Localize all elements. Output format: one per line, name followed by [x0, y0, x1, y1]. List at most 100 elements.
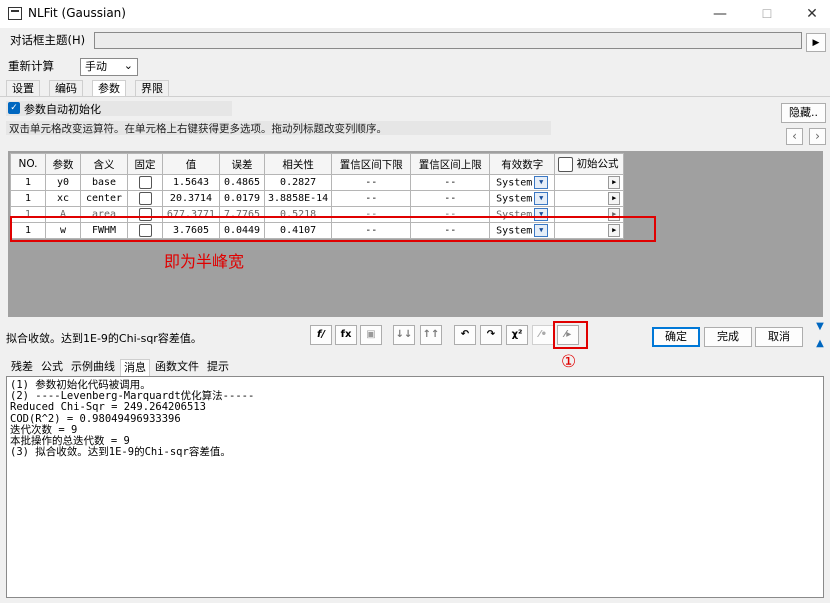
done-button[interactable]: 完成	[704, 327, 752, 347]
ok-button[interactable]: 确定	[652, 327, 700, 347]
table-header-row: NO. 参数 含义 固定 值 误差 相关性 置信区间下限 置信区间上限 有效数字…	[10, 153, 625, 175]
recalc-select[interactable]: 手动 ⌄	[80, 58, 138, 76]
col-header-meaning[interactable]: 含义	[80, 153, 128, 175]
cell-init-formula[interactable]: ▶	[554, 174, 625, 191]
app-icon	[8, 7, 22, 20]
table-row: 1 y0 base 1.5643 0.4865 0.2827 -- -- Sys…	[10, 174, 625, 191]
close-button[interactable]: ✕	[797, 4, 827, 24]
cell-value[interactable]: 1.5643	[162, 174, 220, 191]
sort-up-icon[interactable]: ↑↑	[420, 325, 442, 345]
fwhm-highlight-box	[10, 216, 656, 242]
cell-error[interactable]: 0.0179	[219, 190, 265, 207]
cell-ucl[interactable]: --	[410, 190, 491, 207]
next-button[interactable]: ›	[809, 128, 826, 145]
undo-icon[interactable]: ↶	[454, 325, 476, 345]
sig-digits-value: System	[496, 193, 533, 205]
save-icon[interactable]: ▣	[360, 325, 382, 345]
log-line: 迭代次数 = 9	[10, 423, 78, 436]
col-header-value[interactable]: 值	[162, 153, 220, 175]
formula-icon[interactable]: fx	[335, 325, 357, 345]
maximize-button[interactable]: ☐	[752, 4, 782, 24]
cancel-button[interactable]: 取消	[755, 327, 803, 347]
cell-lcl[interactable]: --	[331, 174, 412, 191]
col-header-fixed[interactable]: 固定	[127, 153, 163, 175]
col-header-no[interactable]: NO.	[10, 153, 46, 175]
cell-param[interactable]: xc	[45, 190, 81, 207]
play-icon[interactable]: ▶	[608, 176, 621, 189]
cell-ucl[interactable]: --	[410, 174, 491, 191]
tab-code[interactable]: 编码	[49, 80, 83, 97]
log-line: (3) 拟合收敛。达到1E-9的Chi-sqr容差值。	[10, 446, 231, 459]
col-header-sig-digits[interactable]: 有效数字	[489, 153, 556, 175]
auto-init-checkbox[interactable]: ✓	[8, 102, 20, 114]
minimize-button[interactable]: —	[705, 4, 735, 24]
col-header-param[interactable]: 参数	[45, 153, 81, 175]
chevron-down-icon: ⌄	[123, 59, 133, 72]
cell-fixed[interactable]	[127, 190, 163, 207]
fixed-checkbox[interactable]	[138, 176, 152, 189]
chi-square-icon[interactable]: χ²	[506, 325, 528, 345]
auto-init-label: 参数自动初始化	[24, 103, 101, 116]
tab-divider	[0, 96, 830, 97]
log-line: Reduced Chi-Sqr = 249.264206513	[10, 401, 206, 414]
play-icon[interactable]: ▶	[608, 192, 621, 205]
cell-fixed[interactable]	[127, 174, 163, 191]
hint-text: 双击单元格改变运算符。在单元格上右键获得更多选项。拖动列标题改变列顺序。	[9, 123, 387, 135]
cell-meaning[interactable]: base	[80, 174, 128, 191]
col-header-ucl[interactable]: 置信区间上限	[410, 153, 491, 175]
redo-icon[interactable]: ↷	[480, 325, 502, 345]
init-formula-label: 初始公式	[576, 158, 619, 171]
cell-init-formula[interactable]: ▶	[554, 190, 625, 207]
cell-error[interactable]: 0.4865	[219, 174, 265, 191]
sort-down-icon[interactable]: ↓↓	[393, 325, 415, 345]
message-log[interactable]: (1) 参数初始化代码被调用。 (2) ----Levenberg-Marquar…	[6, 376, 824, 598]
cell-correlation[interactable]: 3.8858E-14	[263, 190, 333, 207]
tab-settings[interactable]: 设置	[6, 80, 40, 97]
fit-button-highlight-box	[553, 321, 588, 349]
fwhm-annotation-text: 即为半峰宽	[164, 252, 245, 271]
cell-correlation[interactable]: 0.2827	[263, 174, 333, 191]
one-iteration-icon[interactable]: ⁄•	[532, 325, 554, 345]
sig-digits-value: System	[496, 177, 533, 189]
col-header-init-formula[interactable]: 初始公式	[554, 153, 625, 175]
function-editor-icon[interactable]: f/	[310, 325, 332, 345]
tab-residuals[interactable]: 残差	[8, 359, 36, 375]
tab-sample-curve[interactable]: 示例曲线	[68, 359, 118, 375]
cell-no[interactable]: 1	[10, 174, 46, 191]
expand-down-icon[interactable]: ▲	[813, 339, 827, 349]
dialog-theme-field[interactable]	[94, 32, 802, 49]
cell-no[interactable]: 1	[10, 190, 46, 207]
col-header-correlation[interactable]: 相关性	[263, 153, 333, 175]
cell-value[interactable]: 20.3714	[162, 190, 220, 207]
chevron-down-icon[interactable]: ▼	[534, 192, 549, 205]
title-bar: NLFit (Gaussian) — ☐ ✕	[0, 0, 830, 28]
fixed-checkbox[interactable]	[138, 192, 152, 205]
tab-formula[interactable]: 公式	[38, 359, 66, 375]
prev-button[interactable]: ‹	[786, 128, 803, 145]
dialog-theme-play-button[interactable]: ▶	[806, 33, 826, 52]
hide-button[interactable]: 隐藏..	[781, 103, 826, 123]
recalc-select-value: 手动	[85, 60, 107, 73]
tab-bounds[interactable]: 界限	[135, 80, 169, 97]
recalc-label: 重新计算	[8, 59, 54, 73]
cell-sig-digits[interactable]: System ▼	[489, 190, 556, 207]
col-header-error[interactable]: 误差	[219, 153, 265, 175]
table-row: 1 xc center 20.3714 0.0179 3.8858E-14 --…	[10, 190, 625, 207]
log-line: COD(R^2) = 0.98049496933396	[10, 412, 181, 425]
annotation-marker: ①	[561, 352, 577, 372]
tab-parameters[interactable]: 参数	[92, 80, 126, 97]
dialog-theme-label: 对话框主题(H)	[10, 33, 86, 47]
window-title: NLFit (Gaussian)	[28, 6, 126, 20]
cell-meaning[interactable]: center	[80, 190, 128, 207]
collapse-up-icon[interactable]: ▼	[813, 322, 827, 332]
cell-sig-digits[interactable]: System ▼	[489, 174, 556, 191]
tab-hints[interactable]: 提示	[204, 359, 232, 375]
tab-messages[interactable]: 消息	[120, 359, 150, 376]
init-formula-checkbox[interactable]	[558, 156, 574, 172]
cell-param[interactable]: y0	[45, 174, 81, 191]
chevron-down-icon[interactable]: ▼	[534, 176, 549, 189]
cell-lcl[interactable]: --	[331, 190, 412, 207]
tab-function-file[interactable]: 函数文件	[152, 359, 202, 375]
col-header-lcl[interactable]: 置信区间下限	[331, 153, 412, 175]
status-text: 拟合收敛。达到1E-9的Chi-sqr容差值。	[6, 332, 202, 345]
